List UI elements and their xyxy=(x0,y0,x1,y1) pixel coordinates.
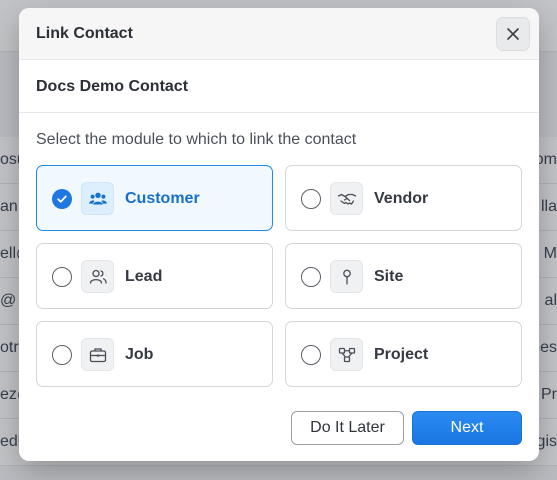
check-icon xyxy=(57,195,67,203)
option-label: Lead xyxy=(125,268,163,285)
contact-subheader: Docs Demo Contact xyxy=(19,60,539,113)
option-lead[interactable]: Lead xyxy=(36,243,273,309)
project-icon xyxy=(330,338,363,371)
next-button[interactable]: Next xyxy=(412,411,522,445)
radio-unchecked[interactable] xyxy=(52,345,72,365)
option-customer[interactable]: Customer xyxy=(36,165,273,231)
map-pin-icon xyxy=(330,260,363,293)
close-icon xyxy=(507,28,519,40)
option-project[interactable]: Project xyxy=(285,321,522,387)
do-it-later-button[interactable]: Do It Later xyxy=(291,411,404,445)
radio-unchecked[interactable] xyxy=(301,345,321,365)
option-site[interactable]: Site xyxy=(285,243,522,309)
option-vendor[interactable]: Vendor xyxy=(285,165,522,231)
radio-unchecked[interactable] xyxy=(301,267,321,287)
user-icon xyxy=(81,260,114,293)
instruction-text: Select the module to which to link the c… xyxy=(36,131,357,148)
option-label: Customer xyxy=(125,190,200,207)
dialog-title: Link Contact xyxy=(36,25,133,42)
users-icon xyxy=(81,182,114,215)
option-job[interactable]: Job xyxy=(36,321,273,387)
briefcase-icon xyxy=(81,338,114,371)
close-button[interactable] xyxy=(496,17,530,51)
option-label: Vendor xyxy=(374,190,429,207)
link-contact-dialog: Link Contact Docs Demo Contact Select th… xyxy=(19,8,539,461)
option-label: Site xyxy=(374,268,404,285)
handshake-icon xyxy=(330,182,363,215)
option-label: Project xyxy=(374,346,429,363)
radio-unchecked[interactable] xyxy=(52,267,72,287)
radio-unchecked[interactable] xyxy=(301,189,321,209)
contact-name: Docs Demo Contact xyxy=(36,78,189,95)
radio-checked[interactable] xyxy=(52,189,72,209)
option-label: Job xyxy=(125,346,154,363)
dialog-header: Link Contact xyxy=(19,8,539,60)
